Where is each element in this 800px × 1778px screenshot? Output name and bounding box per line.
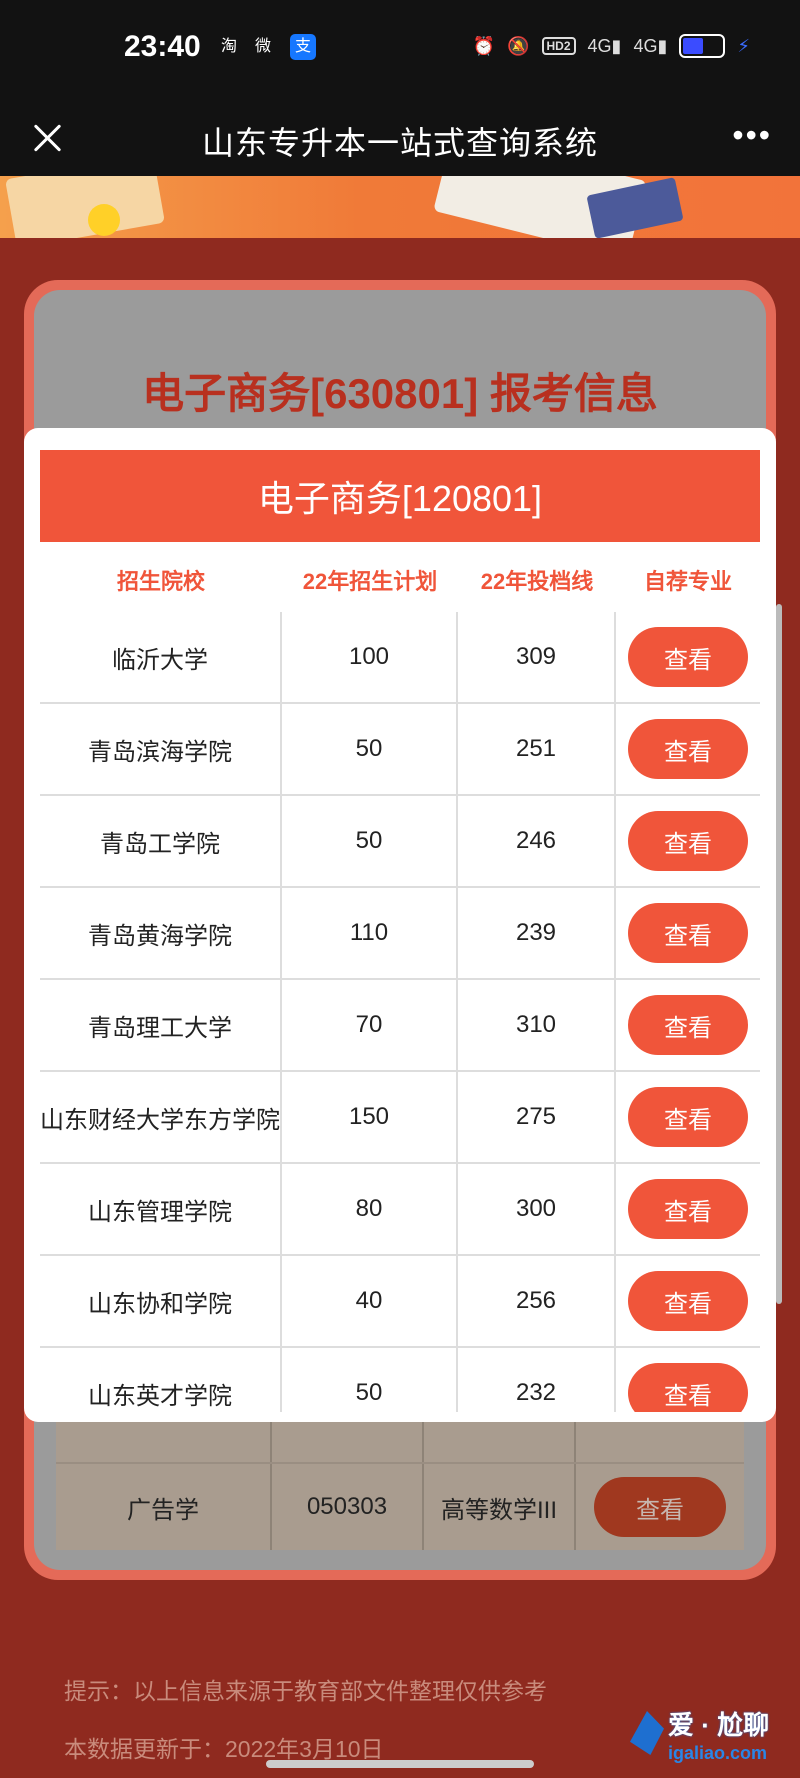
column-header-action: 自荐专业 bbox=[643, 569, 732, 594]
cutoff-score: 251 bbox=[458, 704, 616, 794]
alarm-icon: ⏰ bbox=[472, 35, 496, 56]
school-modal: 电子商务[120801] 招生院校 22年招生计划 22年投档线 自荐专业 临沂… bbox=[24, 428, 776, 1422]
signal-4g-icon: 4G▮ bbox=[587, 35, 622, 56]
school-name: 山东管理学院 bbox=[40, 1164, 282, 1254]
view-button[interactable]: 查看 bbox=[628, 1087, 748, 1147]
view-button[interactable]: 查看 bbox=[628, 1363, 748, 1412]
school-name: 山东英才学院 bbox=[40, 1348, 282, 1412]
view-button[interactable]: 查看 bbox=[628, 1179, 748, 1239]
table-row: 山东管理学院 80 300 查看 bbox=[40, 1164, 760, 1256]
view-button[interactable]: 查看 bbox=[628, 995, 748, 1055]
cutoff-score: 309 bbox=[458, 612, 616, 702]
source-tip: 提示：以上信息来源于教育部文件整理仅供参考 bbox=[64, 1678, 547, 1704]
enrollment-plan: 80 bbox=[282, 1164, 458, 1254]
wechat-icon: 微 bbox=[254, 38, 271, 55]
book-illustration bbox=[5, 176, 165, 238]
watermark-logo: 爱 · 尬聊 igaliao.com bbox=[630, 1705, 790, 1771]
hd-badge: HD2 bbox=[541, 37, 576, 55]
table-row: 青岛黄海学院 110 239 查看 bbox=[40, 888, 760, 980]
column-header-plan: 22年招生计划 bbox=[302, 569, 438, 594]
view-button[interactable]: 查看 bbox=[628, 627, 748, 687]
table-row: 山东英才学院 50 232 查看 bbox=[40, 1348, 760, 1412]
status-bar: 23:40 淘 微 支 ⏰ 🔕 HD2 4G▮ 4G▮ ⚡ bbox=[0, 0, 800, 100]
enrollment-plan: 50 bbox=[282, 704, 458, 794]
table-row: 青岛工学院 50 246 查看 bbox=[40, 796, 760, 888]
cutoff-score: 300 bbox=[458, 1164, 616, 1254]
cutoff-score: 246 bbox=[458, 796, 616, 886]
app-header: 山东专升本一站式查询系统 ••• bbox=[0, 100, 800, 176]
table-header: 招生院校 22年招生计划 22年投档线 自荐专业 bbox=[40, 552, 760, 608]
enrollment-plan: 110 bbox=[282, 888, 458, 978]
cutoff-score: 232 bbox=[458, 1348, 616, 1412]
watermark-url: igaliao.com bbox=[668, 1743, 768, 1763]
school-name: 临沂大学 bbox=[40, 612, 282, 702]
view-button[interactable]: 查看 bbox=[628, 1271, 748, 1331]
battery-icon bbox=[679, 34, 726, 58]
column-header-school: 招生院校 bbox=[116, 569, 205, 594]
update-note: 本数据更新于：2022年3月10日 bbox=[64, 1736, 384, 1762]
watermark-text: 爱 · 尬聊 bbox=[668, 1710, 770, 1740]
watermark-icon bbox=[630, 1711, 664, 1755]
enrollment-plan: 50 bbox=[282, 796, 458, 886]
status-indicators: ⏰ 🔕 HD2 4G▮ 4G▮ ⚡ bbox=[473, 34, 750, 58]
charging-icon: ⚡ bbox=[737, 35, 750, 56]
background-table-row: 广告学 050303 高等数学III 查看 bbox=[56, 1462, 744, 1550]
banner-image bbox=[0, 176, 800, 238]
school-name: 山东财经大学东方学院 bbox=[40, 1072, 282, 1162]
modal-scrollbar[interactable] bbox=[776, 604, 782, 1304]
ball-illustration bbox=[88, 204, 120, 236]
info-card-title: 电子商务[630801] 报考信息 bbox=[142, 370, 658, 417]
school-name: 青岛黄海学院 bbox=[40, 888, 282, 978]
table-row: 青岛理工大学 70 310 查看 bbox=[40, 980, 760, 1072]
view-button[interactable]: 查看 bbox=[628, 903, 748, 963]
more-options-icon[interactable]: ••• bbox=[732, 119, 772, 151]
taobao-icon: 淘 bbox=[220, 38, 237, 55]
school-name: 山东协和学院 bbox=[40, 1256, 282, 1346]
signal-4g-icon-2: 4G▮ bbox=[633, 35, 668, 56]
cutoff-score: 256 bbox=[458, 1256, 616, 1346]
home-indicator[interactable] bbox=[266, 1760, 534, 1768]
mute-icon: 🔕 bbox=[507, 35, 530, 56]
cutoff-score: 310 bbox=[458, 980, 616, 1070]
enrollment-plan: 40 bbox=[282, 1256, 458, 1346]
enrollment-plan: 50 bbox=[282, 1348, 458, 1412]
school-name: 青岛理工大学 bbox=[40, 980, 282, 1070]
cutoff-score: 275 bbox=[458, 1072, 616, 1162]
table-row: 山东财经大学东方学院 150 275 查看 bbox=[40, 1072, 760, 1164]
view-button[interactable]: 查看 bbox=[594, 1477, 726, 1537]
alipay-icon: 支 bbox=[290, 34, 316, 60]
school-name: 青岛滨海学院 bbox=[40, 704, 282, 794]
status-time: 23:40 bbox=[124, 30, 201, 63]
table-row: 青岛滨海学院 50 251 查看 bbox=[40, 704, 760, 796]
table-row: 山东协和学院 40 256 查看 bbox=[40, 1256, 760, 1348]
school-name: 青岛工学院 bbox=[40, 796, 282, 886]
enrollment-plan: 100 bbox=[282, 612, 458, 702]
modal-title: 电子商务[120801] bbox=[40, 450, 760, 542]
column-header-score: 22年投档线 bbox=[480, 569, 594, 594]
page-title: 山东专升本一站式查询系统 bbox=[201, 125, 598, 161]
cutoff-score: 239 bbox=[458, 888, 616, 978]
enrollment-plan: 70 bbox=[282, 980, 458, 1070]
school-table[interactable]: 临沂大学 100 309 查看 青岛滨海学院 50 251 查看 青岛工学院 5… bbox=[40, 612, 760, 1412]
view-button[interactable]: 查看 bbox=[628, 811, 748, 871]
view-button[interactable]: 查看 bbox=[628, 719, 748, 779]
enrollment-plan: 150 bbox=[282, 1072, 458, 1162]
table-row: 临沂大学 100 309 查看 bbox=[40, 612, 760, 704]
